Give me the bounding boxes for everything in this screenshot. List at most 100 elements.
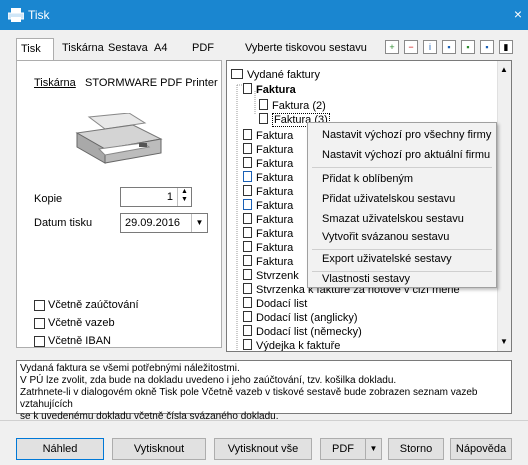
tree-item[interactable]: Faktura [243, 255, 293, 269]
print-date-label: Datum tisku [34, 217, 93, 229]
document-icon [243, 339, 252, 350]
checkbox-box[interactable] [34, 318, 45, 329]
tree-item[interactable]: Faktura [243, 129, 293, 143]
copies-stepper[interactable]: 1 ▲ ▼ [120, 187, 192, 207]
document-icon [243, 213, 252, 224]
menu-separator [312, 271, 492, 272]
window-title: Tisk [28, 8, 50, 22]
checkbox-label: Včetně zaúčtování [48, 299, 139, 311]
tree-item[interactable]: Dodací list (anglicky) [243, 311, 357, 325]
document-icon [243, 325, 252, 336]
tree-item[interactable]: Faktura [243, 213, 293, 227]
description-line: se k uvedenému dokladu včetně čísla sváz… [20, 411, 279, 422]
checkbox-box[interactable] [34, 336, 45, 347]
checkbox-box[interactable] [34, 300, 45, 311]
pdf-button[interactable]: PDF ▼ [320, 438, 382, 460]
description-line: Zatrhnete-li v dialogovém okně Tisk pole… [20, 387, 478, 410]
help-button[interactable]: Nápověda [450, 438, 512, 460]
printer-link[interactable]: Tiskárna [34, 77, 76, 89]
tree-item[interactable]: Faktura (2) [259, 99, 326, 113]
copies-value: 1 [166, 191, 173, 203]
chevron-down-icon[interactable]: ▼ [365, 439, 381, 459]
print-button[interactable]: Vytisknout [112, 438, 206, 460]
chevron-down-icon[interactable]: ▼ [191, 214, 207, 232]
link-document-icon [243, 171, 252, 182]
tab-a4[interactable]: A4 [150, 38, 171, 60]
copies-label: Kopie [34, 193, 63, 205]
link-document-icon [243, 199, 252, 210]
scroll-up-icon[interactable]: ▲ [500, 65, 508, 74]
menu-separator [312, 167, 492, 168]
menu-add-favorite[interactable]: Přidat k oblíbeným [322, 173, 413, 191]
menu-create-linked-set[interactable]: Vytvořit svázanou sestavu [322, 231, 449, 249]
tab-pdf[interactable]: PDF [188, 38, 218, 60]
info-icon[interactable]: i [423, 40, 437, 54]
menu-add-user-set[interactable]: Přidat uživatelskou sestavu [322, 193, 455, 211]
print-date-value: 29.09.2016 [125, 217, 181, 229]
new-window-icon[interactable]: ▪ [480, 40, 494, 54]
tree-item[interactable]: Faktura [243, 227, 293, 241]
document-icon [259, 113, 268, 124]
document-icon [243, 129, 252, 140]
document-icon [243, 143, 252, 154]
print-settings-panel: Tiskárna STORMWARE PDF Printer Kopie 1 ▲… [16, 60, 222, 348]
document-icon [243, 283, 252, 294]
preview-button[interactable]: Náhled [16, 438, 104, 460]
tree-item[interactable]: Dodací list (německy) [243, 325, 362, 339]
pdf-button-label: PDF [332, 443, 354, 455]
tree-item[interactable]: Faktura [243, 157, 293, 171]
properties-icon[interactable]: ▮ [499, 40, 513, 54]
print-date-field[interactable]: 29.09.2016 ▼ [120, 213, 208, 233]
document-icon [243, 157, 252, 168]
tree-item[interactable]: Faktura [243, 171, 293, 185]
tree-item[interactable]: Faktura [243, 143, 293, 157]
cancel-button[interactable]: Storno [388, 438, 444, 460]
edit-set-icon[interactable]: ▪ [442, 40, 456, 54]
menu-set-properties[interactable]: Vlastnosti sestavy [322, 273, 410, 291]
printer-image [75, 113, 163, 164]
tree-item[interactable]: Stvrzenk [243, 269, 299, 283]
menu-separator [312, 249, 492, 250]
checkbox-label: Včetně IBAN [48, 335, 111, 347]
document-icon [243, 83, 252, 94]
scroll-down-icon[interactable]: ▼ [500, 337, 508, 346]
tree-item[interactable]: Dodací list [243, 297, 307, 311]
context-menu: Nastavit výchozí pro všechny firmy Nasta… [307, 122, 497, 288]
document-icon [259, 99, 268, 110]
tree-item[interactable]: Faktura [243, 185, 293, 199]
print-all-button[interactable]: Vytisknout vše [214, 438, 312, 460]
menu-delete-user-set[interactable]: Smazat uživatelskou sestavu [322, 213, 464, 231]
printer-name: STORMWARE PDF Printer [85, 77, 218, 89]
tree-scrollbar[interactable]: ▲ ▼ [497, 61, 511, 351]
add-set-icon[interactable]: + [385, 40, 399, 54]
tab-tisk[interactable]: Tisk [16, 38, 54, 61]
tree-item[interactable]: Faktura [243, 241, 293, 255]
document-icon [243, 185, 252, 196]
menu-export-user-set[interactable]: Export uživatelské sestavy [322, 253, 452, 271]
checkbox-label: Včetně vazeb [48, 317, 115, 329]
document-icon [243, 297, 252, 308]
description-line: V PÚ lze zvolit, zda bude na dokladu uve… [20, 375, 397, 386]
tree-item[interactable]: Faktura [243, 199, 293, 213]
document-icon [243, 311, 252, 322]
tree-item[interactable]: Výdejka k faktuře [243, 339, 340, 351]
menu-set-default-current[interactable]: Nastavit výchozí pro aktuální firmu [322, 149, 490, 167]
close-icon[interactable]: × [514, 6, 522, 22]
export-icon[interactable]: ▪ [461, 40, 475, 54]
title-bar: Tisk × [0, 0, 528, 30]
tree-group[interactable]: Faktura [243, 83, 296, 97]
report-description: Vydaná faktura se všemi potřebnými nálež… [16, 360, 512, 422]
description-line: Vydaná faktura se všemi potřebnými nálež… [20, 363, 240, 374]
document-icon [243, 255, 252, 266]
remove-set-icon[interactable]: − [404, 40, 418, 54]
spin-arrows-icon[interactable]: ▲ ▼ [177, 188, 191, 206]
menu-set-default-all[interactable]: Nastavit výchozí pro všechny firmy [322, 129, 491, 147]
folder-icon [231, 69, 243, 79]
tree-root[interactable]: Vydané faktury [231, 69, 320, 83]
document-icon [243, 241, 252, 252]
select-report-label: Vyberte tiskovou sestavu [245, 42, 367, 54]
document-icon [243, 227, 252, 238]
tab-tiskarna[interactable]: Tiskárna [58, 38, 108, 60]
document-icon [243, 269, 252, 280]
tab-sestava[interactable]: Sestava [104, 38, 152, 60]
